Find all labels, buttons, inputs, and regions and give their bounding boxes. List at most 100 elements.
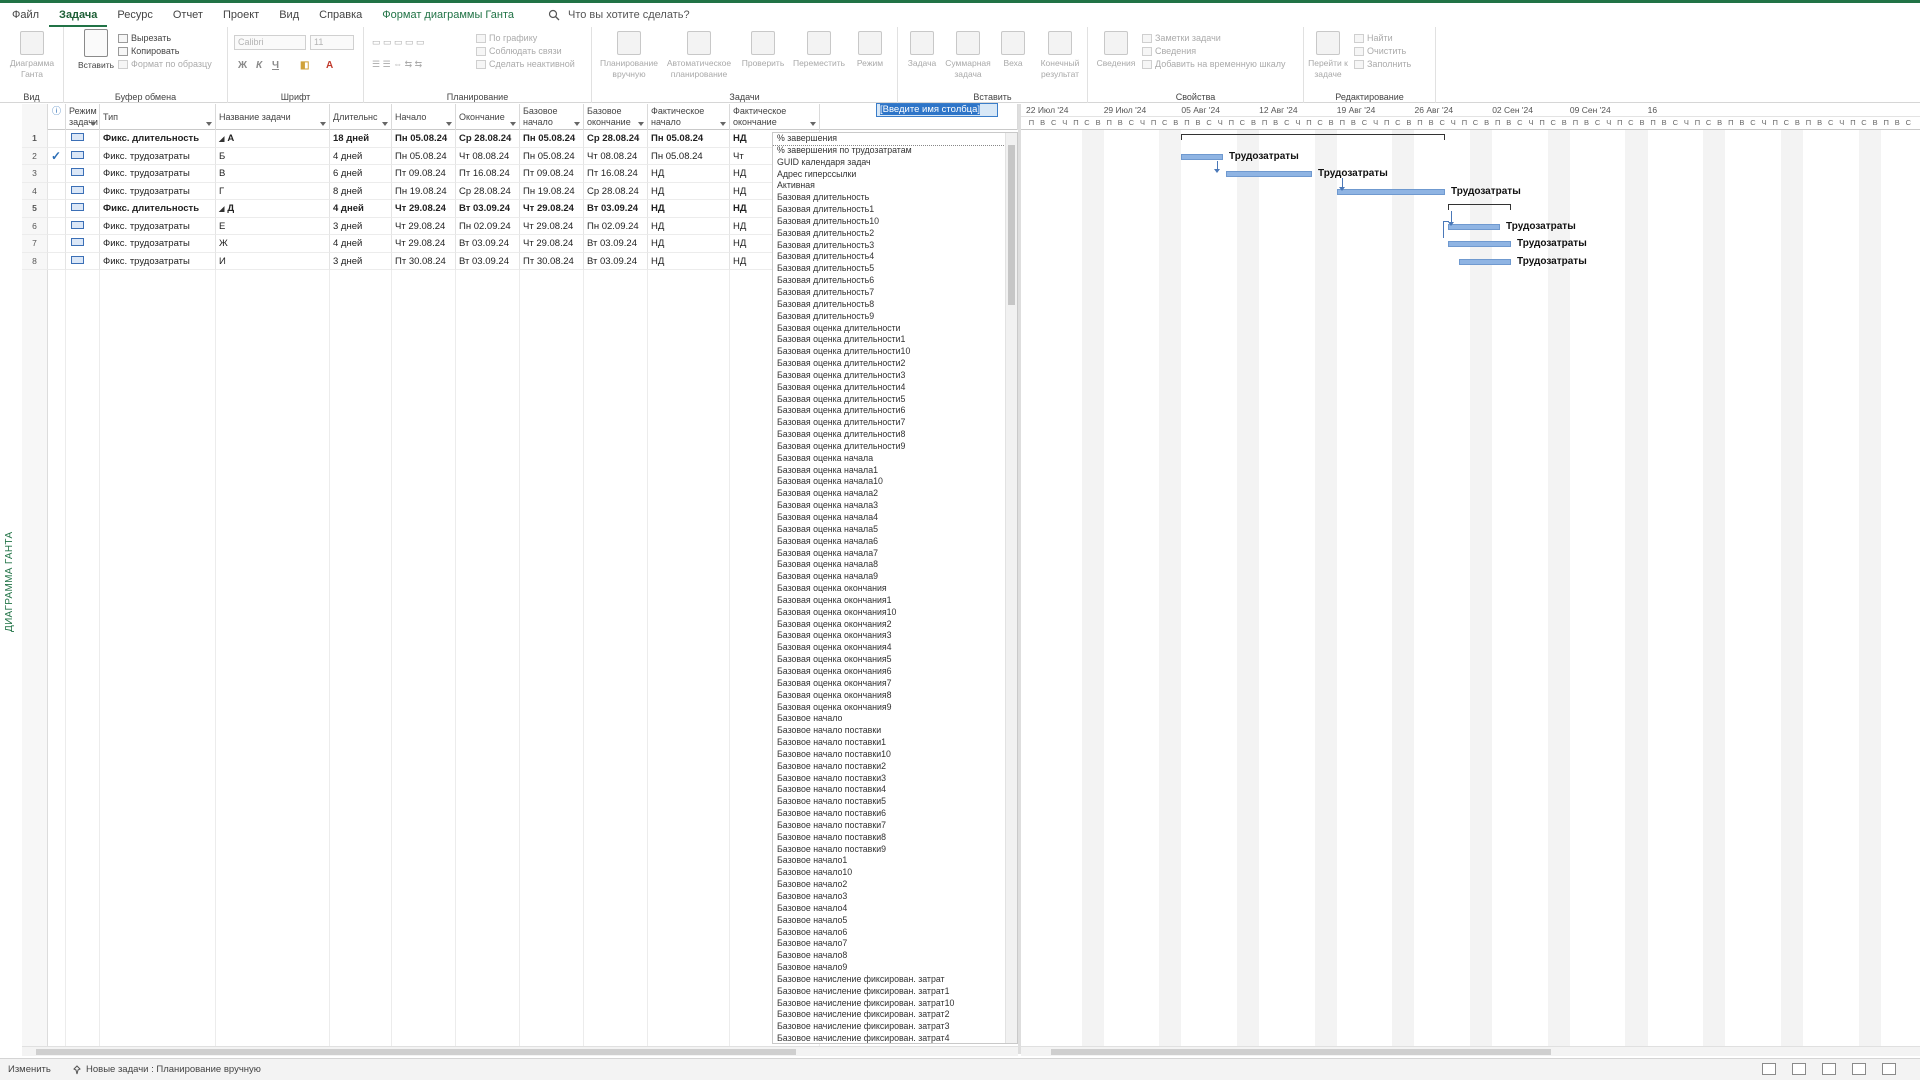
select-all-corner[interactable] bbox=[22, 104, 48, 130]
cell-dur[interactable]: 4 дней bbox=[330, 235, 392, 253]
cell-start[interactable]: Пн 05.08.24 bbox=[392, 147, 456, 165]
task-bar[interactable] bbox=[1448, 241, 1511, 247]
task-mode-cell[interactable] bbox=[66, 182, 100, 200]
task-usage-view-button[interactable] bbox=[1792, 1063, 1806, 1075]
field-option[interactable]: GUID календаря задач bbox=[773, 157, 1017, 169]
task-notes-button[interactable]: Заметки задачи bbox=[1142, 33, 1221, 43]
field-option[interactable]: % завершения по трудозатратам bbox=[773, 145, 1017, 157]
field-option[interactable]: Адрес гиперссылки bbox=[773, 169, 1017, 181]
task-name-cell[interactable]: Е bbox=[216, 217, 330, 235]
filter-arrow-icon[interactable] bbox=[90, 122, 96, 126]
field-option[interactable]: Базовая оценка длительности3 bbox=[773, 370, 1017, 382]
cell-start[interactable]: Пн 05.08.24 bbox=[392, 130, 456, 148]
field-option[interactable]: Базовая длительность1 bbox=[773, 204, 1017, 216]
field-option[interactable]: Базовая оценка окончания10 bbox=[773, 607, 1017, 619]
field-option[interactable]: Базовая длительность7 bbox=[773, 287, 1017, 299]
field-option[interactable]: Базовая оценка начала7 bbox=[773, 548, 1017, 560]
cell-start[interactable]: Чт 29.08.24 bbox=[392, 200, 456, 218]
manual-schedule-button[interactable]: Планирование вручную bbox=[598, 31, 660, 80]
header-task-name[interactable]: Название задачи bbox=[216, 104, 330, 130]
field-option[interactable]: Базовое начисление фиксирован. затрат1 bbox=[773, 986, 1017, 998]
sheet-scroll-thumb[interactable] bbox=[36, 1049, 796, 1055]
field-option[interactable]: Базовая длительность9 bbox=[773, 311, 1017, 323]
field-option[interactable]: Базовая оценка начала1 bbox=[773, 465, 1017, 477]
cell-astart[interactable]: НД bbox=[648, 165, 730, 183]
report-view-button[interactable] bbox=[1882, 1063, 1896, 1075]
field-option[interactable]: Базовая оценка длительности6 bbox=[773, 405, 1017, 417]
cell-start[interactable]: Пт 09.08.24 bbox=[392, 165, 456, 183]
cell-dur[interactable]: 3 дней bbox=[330, 252, 392, 270]
cell-dur[interactable]: 18 дней bbox=[330, 130, 392, 148]
italic-button[interactable]: К bbox=[256, 60, 262, 71]
field-option[interactable]: Базовое начало поставки4 bbox=[773, 784, 1017, 796]
cell-finish[interactable]: Вт 03.09.24 bbox=[456, 252, 520, 270]
field-option[interactable]: Базовая оценка окончания5 bbox=[773, 654, 1017, 666]
field-option[interactable]: Базовое начало поставки5 bbox=[773, 796, 1017, 808]
task-name-cell[interactable]: Ж bbox=[216, 235, 330, 253]
cell-type[interactable]: Фикс. трудозатраты bbox=[100, 147, 216, 165]
gantt-chart-button[interactable]: Диаграмма Ганта bbox=[4, 31, 60, 80]
field-option[interactable]: Базовое начало10 bbox=[773, 867, 1017, 879]
field-option[interactable]: Базовая длительность5 bbox=[773, 263, 1017, 275]
cell-bstart[interactable]: Пт 30.08.24 bbox=[520, 252, 584, 270]
cell-bstart[interactable]: Пн 05.08.24 bbox=[520, 147, 584, 165]
field-option[interactable]: Базовая оценка начала3 bbox=[773, 500, 1017, 512]
bold-button[interactable]: Ж bbox=[238, 60, 247, 71]
cell-bfinish[interactable]: Пн 02.09.24 bbox=[584, 217, 648, 235]
cell-astart[interactable]: Пн 05.08.24 bbox=[648, 147, 730, 165]
filter-arrow-icon[interactable] bbox=[810, 122, 816, 126]
filter-arrow-icon[interactable] bbox=[510, 122, 516, 126]
field-option[interactable]: Базовая оценка начала bbox=[773, 453, 1017, 465]
field-option[interactable]: Базовое начисление фиксирован. затрат10 bbox=[773, 998, 1017, 1010]
field-option[interactable]: Базовая оценка длительности9 bbox=[773, 441, 1017, 453]
filter-arrow-icon[interactable] bbox=[720, 122, 726, 126]
field-option[interactable]: Базовая оценка длительности7 bbox=[773, 417, 1017, 429]
inactivate-button[interactable]: Сделать неактивной bbox=[476, 59, 575, 69]
cell-start[interactable]: Чт 29.08.24 bbox=[392, 235, 456, 253]
insert-deliverable-button[interactable]: Конечный результат bbox=[1032, 31, 1088, 80]
cell-bfinish[interactable]: Вт 03.09.24 bbox=[584, 235, 648, 253]
field-option[interactable]: Базовое начало9 bbox=[773, 962, 1017, 974]
clear-button[interactable]: Очистить bbox=[1354, 46, 1406, 56]
cell-start[interactable]: Пт 30.08.24 bbox=[392, 252, 456, 270]
filter-arrow-icon[interactable] bbox=[574, 122, 580, 126]
field-option[interactable]: Базовая длительность bbox=[773, 192, 1017, 204]
field-option[interactable]: Базовая оценка начала9 bbox=[773, 571, 1017, 583]
task-mode-cell[interactable] bbox=[66, 200, 100, 218]
cell-astart[interactable]: Пн 05.08.24 bbox=[648, 130, 730, 148]
cell-bstart[interactable]: Чт 29.08.24 bbox=[520, 235, 584, 253]
cell-astart[interactable]: НД bbox=[648, 182, 730, 200]
field-option[interactable]: Базовая оценка начала6 bbox=[773, 536, 1017, 548]
indicators-header-icon[interactable]: ⓘ bbox=[48, 104, 66, 130]
field-option[interactable]: Базовая оценка длительности8 bbox=[773, 429, 1017, 441]
field-option[interactable]: Базовое начало bbox=[773, 713, 1017, 725]
row-number[interactable]: 1 bbox=[22, 130, 48, 148]
field-option[interactable]: Базовая оценка окончания6 bbox=[773, 666, 1017, 678]
indicator-cell[interactable] bbox=[48, 252, 66, 270]
auto-schedule-button[interactable]: Автоматическое планирование bbox=[664, 31, 734, 80]
task-mode-cell[interactable] bbox=[66, 165, 100, 183]
sheet-horizontal-scrollbar[interactable] bbox=[22, 1046, 1018, 1056]
field-option[interactable]: Базовая оценка длительности10 bbox=[773, 346, 1017, 358]
field-option[interactable]: Базовая оценка окончания2 bbox=[773, 619, 1017, 631]
cell-astart[interactable]: НД bbox=[648, 252, 730, 270]
field-option[interactable]: Базовая оценка длительности bbox=[773, 323, 1017, 335]
header-task-mode[interactable]: Режим задачи bbox=[66, 104, 100, 130]
field-option[interactable]: Базовое начало2 bbox=[773, 879, 1017, 891]
field-option[interactable]: Базовая оценка начала2 bbox=[773, 488, 1017, 500]
field-option[interactable]: Базовое начало6 bbox=[773, 927, 1017, 939]
cell-dur[interactable]: 4 дней bbox=[330, 200, 392, 218]
respect-links-button[interactable]: Соблюдать связи bbox=[476, 46, 562, 56]
cell-bstart[interactable]: Пт 09.08.24 bbox=[520, 165, 584, 183]
row-number[interactable]: 8 bbox=[22, 252, 48, 270]
add-timeline-button[interactable]: Добавить на временную шкалу bbox=[1142, 59, 1286, 69]
field-option[interactable]: Базовая оценка начала4 bbox=[773, 512, 1017, 524]
field-option[interactable]: Базовое начало поставки bbox=[773, 725, 1017, 737]
field-option[interactable]: Базовая оценка окончания9 bbox=[773, 702, 1017, 714]
cell-bstart[interactable]: Пн 19.08.24 bbox=[520, 182, 584, 200]
cell-finish[interactable]: Вт 03.09.24 bbox=[456, 200, 520, 218]
field-option[interactable]: Базовое начало1 bbox=[773, 855, 1017, 867]
cell-type[interactable]: Фикс. трудозатраты bbox=[100, 235, 216, 253]
header-actual-start[interactable]: Фактическое начало bbox=[648, 104, 730, 130]
fill-button[interactable]: Заполнить bbox=[1354, 59, 1411, 69]
